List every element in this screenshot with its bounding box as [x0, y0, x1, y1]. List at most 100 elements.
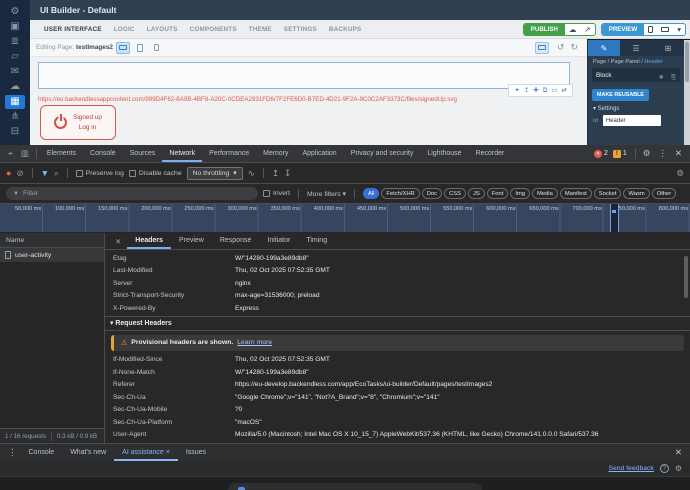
filter-chip[interactable]: Font — [486, 188, 509, 199]
detail-scrollbar[interactable] — [684, 256, 688, 298]
export-har-icon[interactable]: ↧ — [284, 169, 291, 178]
make-reusable-button[interactable]: MAKE REUSABLE — [592, 89, 650, 101]
drawer-kebab-icon[interactable]: ⋮ — [4, 447, 21, 458]
external-link-icon[interactable]: ↗ — [580, 25, 594, 34]
id-field[interactable] — [602, 115, 661, 126]
filter-chip[interactable]: CSS — [444, 188, 466, 199]
phone-icon[interactable] — [644, 25, 657, 33]
builder-nav-tab[interactable]: LAYOUTS — [141, 20, 184, 39]
filter-chip[interactable]: Doc — [421, 188, 443, 199]
publish-button[interactable]: PUBLISH — [523, 23, 565, 35]
network-conditions-icon[interactable]: ∿ — [248, 169, 255, 178]
ai-settings-gear-icon[interactable]: ⚙ — [675, 464, 682, 473]
drawer-tab[interactable]: AI assistance × — [114, 444, 178, 461]
learn-more-link[interactable]: Learn more — [237, 339, 272, 346]
headers-panel[interactable]: Etag W/"14280-199a3e89db8" Last-Modified… — [105, 250, 690, 443]
builder-nav-tab[interactable]: SETTINGS — [278, 20, 323, 39]
timeline-scrubber[interactable] — [610, 204, 619, 232]
menu-tab-icon[interactable]: ☰ — [620, 40, 652, 56]
page-canvas[interactable]: ✦ ↥ ✚ ⧉ ▭ ⇄ https://eu.backendlessappcontent.… — [30, 57, 587, 145]
grid-tab-icon[interactable]: ⊞ — [652, 40, 684, 56]
signed-up-button[interactable]: Signed up Log in — [40, 105, 116, 140]
current-breakpoint-button[interactable] — [534, 41, 549, 54]
detail-tab[interactable]: Timing — [298, 233, 335, 249]
devtools-tab[interactable]: Sources — [123, 145, 163, 162]
drawer-tab[interactable]: Issues — [178, 444, 214, 461]
network-filter-input[interactable]: ▼ Filter — [6, 187, 258, 200]
filter-chip[interactable]: Img — [510, 188, 531, 199]
device-toolbar-icon[interactable]: ▥ — [17, 148, 33, 159]
filter-chip[interactable]: Wasm — [623, 188, 650, 199]
detail-tab[interactable]: Initiator — [259, 233, 298, 249]
devtools-tab[interactable]: Lighthouse — [420, 145, 468, 162]
styles-tab-brush-icon[interactable]: ✎ — [588, 40, 620, 56]
breadcrumb-current[interactable]: Header — [644, 59, 662, 65]
help-icon[interactable]: ? — [659, 464, 669, 473]
detail-tab[interactable]: Preview — [171, 233, 212, 249]
move-up-icon[interactable]: ↥ — [524, 86, 529, 95]
devtools-tab[interactable]: Console — [83, 145, 123, 162]
builder-nav-tab[interactable]: BACKUPS — [323, 20, 368, 39]
devtools-tab[interactable]: Application — [295, 145, 343, 162]
delete-icon[interactable]: ▭ — [551, 86, 557, 95]
filter-chip[interactable]: Media — [532, 188, 558, 199]
breakpoint-phone-button[interactable] — [150, 42, 164, 54]
undo-icon[interactable]: ↺ — [554, 42, 568, 53]
search-icon[interactable]: ⌕ — [54, 169, 59, 178]
breakpoint-tablet-button[interactable] — [133, 42, 147, 54]
api-services-icon[interactable]: ⋔ — [5, 110, 25, 124]
name-column-header[interactable]: Name — [0, 233, 104, 248]
duplicate-icon[interactable]: ⧉ — [543, 86, 548, 95]
inspect-icon[interactable]: ⌖ — [4, 148, 17, 159]
redo-icon[interactable]: ↻ — [567, 42, 581, 53]
wand-icon[interactable]: ✦ — [514, 86, 519, 95]
chevron-down-icon[interactable]: ▾ — [673, 25, 685, 34]
request-headers-section[interactable]: ▾ Request Headers — [105, 315, 690, 331]
devtools-kebab-icon[interactable]: ⋮ — [654, 148, 671, 159]
filter-chip[interactable]: Other — [651, 188, 677, 199]
request-row[interactable]: user-activity — [0, 248, 104, 262]
pin-icon[interactable]: ✵ — [659, 75, 664, 81]
settings-section-header[interactable]: ▾ Settings — [588, 101, 684, 114]
import-har-icon[interactable]: ↥ — [272, 169, 279, 178]
cloud-code-icon[interactable]: ☁ — [5, 80, 25, 94]
network-settings-gear-icon[interactable]: ⚙ — [676, 169, 684, 178]
filter-chip[interactable]: All — [362, 188, 380, 199]
builder-nav-tab[interactable]: THEME — [243, 20, 278, 39]
send-feedback-link[interactable]: Send feedback — [608, 465, 653, 472]
throttling-select[interactable]: No throttling ▾ — [186, 166, 243, 180]
drawer-tab[interactable]: What's new — [62, 444, 114, 461]
files-icon[interactable]: ▱ — [5, 50, 25, 64]
move-icon[interactable]: ✚ — [533, 86, 538, 95]
drawer-tab[interactable]: Console — [21, 444, 63, 461]
devtools-tab[interactable]: Memory — [256, 145, 295, 162]
ui-builder-icon[interactable]: ▦ — [5, 95, 25, 109]
builder-nav-tab[interactable]: LOGIC — [108, 20, 141, 39]
breakpoint-desktop-button[interactable] — [115, 41, 130, 54]
selected-block-outline[interactable] — [38, 62, 570, 89]
copy-icon[interactable]: ⎘ — [671, 75, 676, 81]
disable-cache-checkbox[interactable]: Disable cache — [128, 169, 182, 177]
record-icon[interactable]: ● — [6, 168, 11, 178]
filter-toggle-icon[interactable]: ▼ — [41, 169, 49, 178]
builder-nav-tab[interactable]: USER INTERFACE — [38, 20, 108, 39]
filter-chip[interactable]: JS — [467, 188, 485, 199]
monitor-icon[interactable] — [657, 26, 673, 32]
issue-badge[interactable]: ! 1 — [612, 149, 627, 158]
devtools-tab[interactable]: Privacy and security — [344, 145, 421, 162]
settings-icon[interactable]: ⚙ — [5, 5, 25, 19]
preserve-log-checkbox[interactable]: Preserve log — [75, 169, 124, 177]
devtools-tab[interactable]: Recorder — [469, 145, 512, 162]
swap-icon[interactable]: ⇄ — [562, 86, 567, 95]
cloud-upload-icon[interactable]: ☁ — [565, 25, 581, 34]
canvas-scrollbar[interactable] — [684, 40, 690, 145]
devtools-tab[interactable]: Performance — [202, 145, 256, 162]
filter-chip[interactable]: Manifest — [559, 188, 592, 199]
drawer-close-icon[interactable]: ✕ — [671, 447, 686, 458]
builder-nav-tab[interactable]: COMPONENTS — [184, 20, 243, 39]
detail-tab[interactable]: Headers — [127, 233, 171, 249]
more-filters-button[interactable]: More filters ▾ — [307, 190, 346, 198]
media-icon[interactable]: ▣ — [5, 20, 25, 34]
devtools-settings-gear-icon[interactable]: ⚙ — [639, 148, 655, 159]
network-overview-timeline[interactable]: 50,000 ms 100,000 ms 150,000 ms 200,000 ms 2… — [0, 204, 690, 233]
